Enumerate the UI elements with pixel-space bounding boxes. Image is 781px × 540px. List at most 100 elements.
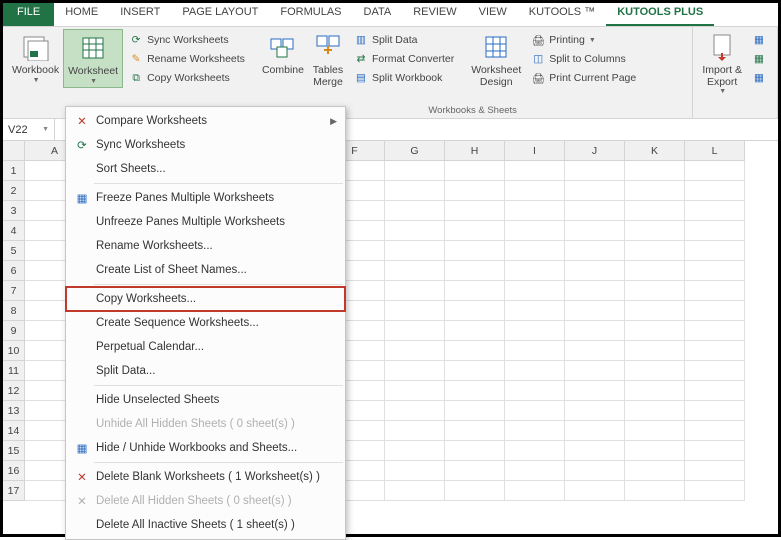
- cell[interactable]: [445, 301, 505, 321]
- tab-review[interactable]: REVIEW: [402, 3, 467, 26]
- column-header[interactable]: L: [685, 141, 745, 161]
- row-header[interactable]: 9: [3, 321, 25, 341]
- cell[interactable]: [385, 421, 445, 441]
- cell[interactable]: [625, 381, 685, 401]
- cell[interactable]: [625, 181, 685, 201]
- column-header[interactable]: I: [505, 141, 565, 161]
- menu-compare-worksheets[interactable]: ✕Compare Worksheets▶: [66, 109, 345, 133]
- name-box[interactable]: V22 ▼: [3, 119, 55, 140]
- row-header[interactable]: 7: [3, 281, 25, 301]
- cell[interactable]: [505, 321, 565, 341]
- cell[interactable]: [505, 381, 565, 401]
- cell[interactable]: [625, 481, 685, 501]
- cell[interactable]: [685, 221, 745, 241]
- cell[interactable]: [385, 261, 445, 281]
- row-header[interactable]: 11: [3, 361, 25, 381]
- menu-sync-worksheets[interactable]: ⟳Sync Worksheets: [66, 133, 345, 157]
- tab-file[interactable]: FILE: [3, 3, 54, 26]
- cell[interactable]: [565, 301, 625, 321]
- cell[interactable]: [385, 441, 445, 461]
- cell[interactable]: [445, 341, 505, 361]
- worksheet-design-button[interactable]: Worksheet Design: [467, 29, 525, 90]
- cell[interactable]: [625, 341, 685, 361]
- cell[interactable]: [625, 421, 685, 441]
- cell[interactable]: [505, 401, 565, 421]
- cell[interactable]: [685, 301, 745, 321]
- cell[interactable]: [445, 481, 505, 501]
- row-header[interactable]: 5: [3, 241, 25, 261]
- cell[interactable]: [385, 161, 445, 181]
- cell[interactable]: [685, 421, 745, 441]
- cell[interactable]: [445, 281, 505, 301]
- cell[interactable]: [445, 261, 505, 281]
- split-to-columns-button[interactable]: ◫Split to Columns: [527, 50, 639, 68]
- cell[interactable]: [445, 221, 505, 241]
- cell[interactable]: [625, 401, 685, 421]
- menu-unfreeze-panes[interactable]: Unfreeze Panes Multiple Worksheets: [66, 210, 345, 234]
- row-header[interactable]: 17: [3, 481, 25, 501]
- cell[interactable]: [685, 201, 745, 221]
- cell[interactable]: [385, 181, 445, 201]
- cell[interactable]: [685, 261, 745, 281]
- cell[interactable]: [505, 301, 565, 321]
- cell[interactable]: [505, 461, 565, 481]
- cell[interactable]: [565, 201, 625, 221]
- cell[interactable]: [445, 381, 505, 401]
- column-header[interactable]: K: [625, 141, 685, 161]
- row-header[interactable]: 14: [3, 421, 25, 441]
- cell[interactable]: [685, 341, 745, 361]
- format-converter-button[interactable]: ⇄Format Converter: [350, 50, 457, 68]
- cell[interactable]: [385, 281, 445, 301]
- row-header[interactable]: 2: [3, 181, 25, 201]
- copy-worksheets-button[interactable]: ⧉Copy Worksheets: [125, 69, 248, 87]
- tab-page-layout[interactable]: PAGE LAYOUT: [171, 3, 269, 26]
- cell[interactable]: [685, 161, 745, 181]
- split-data-button[interactable]: ▥Split Data: [350, 31, 457, 49]
- cell[interactable]: [625, 461, 685, 481]
- tab-kutools[interactable]: KUTOOLS ™: [518, 3, 606, 26]
- cell[interactable]: [505, 241, 565, 261]
- cell[interactable]: [685, 361, 745, 381]
- cell[interactable]: [385, 381, 445, 401]
- cell[interactable]: [505, 161, 565, 181]
- combine-button[interactable]: Combine: [258, 29, 308, 79]
- cell[interactable]: [625, 361, 685, 381]
- cell[interactable]: [385, 201, 445, 221]
- menu-delete-blank-worksheets[interactable]: ✕Delete Blank Worksheets ( 1 Worksheet(s…: [66, 465, 345, 489]
- cell[interactable]: [565, 161, 625, 181]
- workbook-button[interactable]: Workbook ▼: [8, 29, 63, 86]
- cell[interactable]: [445, 241, 505, 261]
- select-all-corner[interactable]: [3, 141, 25, 161]
- cell[interactable]: [445, 361, 505, 381]
- worksheet-button[interactable]: Worksheet ▼: [63, 29, 123, 88]
- menu-copy-worksheets[interactable]: Copy Worksheets...: [66, 287, 345, 311]
- cell[interactable]: [505, 481, 565, 501]
- cell[interactable]: [505, 261, 565, 281]
- cell[interactable]: [685, 181, 745, 201]
- cell[interactable]: [505, 421, 565, 441]
- cell[interactable]: [625, 281, 685, 301]
- cell[interactable]: [565, 401, 625, 421]
- cell[interactable]: [565, 461, 625, 481]
- cell[interactable]: [445, 401, 505, 421]
- cell[interactable]: [565, 421, 625, 441]
- cell[interactable]: [565, 381, 625, 401]
- menu-freeze-panes[interactable]: ▦Freeze Panes Multiple Worksheets: [66, 186, 345, 210]
- cell[interactable]: [385, 461, 445, 481]
- cell[interactable]: [685, 241, 745, 261]
- row-header[interactable]: 6: [3, 261, 25, 281]
- cell[interactable]: [445, 321, 505, 341]
- tab-view[interactable]: VIEW: [468, 3, 518, 26]
- cell[interactable]: [445, 181, 505, 201]
- cell[interactable]: [685, 461, 745, 481]
- cell[interactable]: [385, 341, 445, 361]
- row-header[interactable]: 16: [3, 461, 25, 481]
- row-header[interactable]: 3: [3, 201, 25, 221]
- cell[interactable]: [685, 481, 745, 501]
- tab-data[interactable]: DATA: [353, 3, 403, 26]
- menu-create-sequence-worksheets[interactable]: Create Sequence Worksheets...: [66, 311, 345, 335]
- rename-worksheets-button[interactable]: ✎Rename Worksheets: [125, 50, 248, 68]
- cell[interactable]: [385, 361, 445, 381]
- cell[interactable]: [505, 441, 565, 461]
- cell[interactable]: [565, 181, 625, 201]
